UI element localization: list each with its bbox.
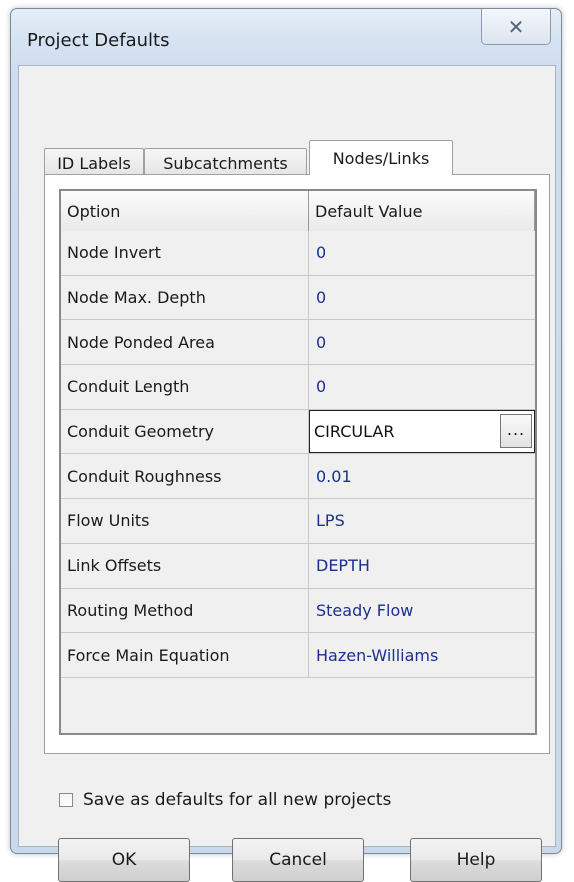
option-cell: Node Max. Depth bbox=[61, 275, 309, 320]
tab-label: Subcatchments bbox=[163, 154, 288, 173]
option-cell: Node Ponded Area bbox=[61, 320, 309, 365]
table-row[interactable]: Flow Units LPS bbox=[61, 499, 535, 544]
option-cell: Conduit Length bbox=[61, 365, 309, 409]
ok-button[interactable]: OK bbox=[58, 838, 190, 882]
project-defaults-dialog: Project Defaults ✕ ID Labels Subcatchmen… bbox=[10, 8, 562, 882]
save-defaults-option[interactable]: Save as defaults for all new projects bbox=[59, 790, 391, 810]
save-defaults-checkbox[interactable] bbox=[59, 793, 73, 807]
value-cell[interactable]: 0 bbox=[309, 365, 535, 409]
option-cell: Link Offsets bbox=[61, 543, 309, 588]
ellipsis-button[interactable]: ... bbox=[500, 413, 532, 448]
table-row[interactable]: Force Main Equation Hazen-Williams bbox=[61, 633, 535, 678]
dialog-client-area: ID Labels Subcatchments Nodes/Links Opti… bbox=[18, 65, 556, 882]
help-button[interactable]: Help bbox=[410, 838, 542, 882]
value-cell[interactable]: 0 bbox=[309, 320, 535, 365]
table-row[interactable]: Conduit Geometry CIRCULAR ... bbox=[61, 409, 535, 455]
value-cell[interactable]: Steady Flow bbox=[309, 588, 535, 633]
value-cell[interactable]: 0.01 bbox=[309, 454, 535, 499]
option-cell: Conduit Geometry bbox=[61, 409, 309, 454]
option-cell: Routing Method bbox=[61, 588, 309, 633]
table-row[interactable]: Node Invert 0 bbox=[61, 231, 535, 276]
table-row[interactable]: Conduit Roughness 0.01 bbox=[61, 454, 535, 500]
tab-nodes-links[interactable]: Nodes/Links bbox=[309, 140, 453, 175]
value-cell[interactable]: Hazen-Williams bbox=[309, 633, 535, 677]
tab-label: ID Labels bbox=[57, 154, 131, 173]
option-cell: Flow Units bbox=[61, 499, 309, 543]
grid-header: Option Default Value bbox=[61, 191, 535, 233]
option-cell: Node Invert bbox=[61, 231, 309, 275]
column-header-default-value: Default Value bbox=[309, 191, 535, 231]
value-cell[interactable]: 0 bbox=[309, 275, 535, 320]
cancel-button[interactable]: Cancel bbox=[232, 838, 364, 882]
close-icon: ✕ bbox=[507, 14, 525, 39]
value-cell[interactable]: LPS bbox=[309, 499, 535, 543]
save-defaults-label[interactable]: Save as defaults for all new projects bbox=[83, 790, 391, 810]
defaults-grid: Option Default Value Node Invert 0 Node … bbox=[59, 189, 537, 735]
grid-rows: Node Invert 0 Node Max. Depth 0 Node Pon… bbox=[61, 231, 535, 678]
value-cell[interactable]: DEPTH bbox=[309, 543, 535, 588]
value-cell[interactable]: 0 bbox=[309, 231, 535, 275]
table-row[interactable]: Conduit Length 0 bbox=[61, 365, 535, 410]
close-button[interactable]: ✕ bbox=[481, 9, 551, 45]
value-cell-text: CIRCULAR bbox=[314, 422, 395, 442]
table-row[interactable]: Node Ponded Area 0 bbox=[61, 320, 535, 366]
tab-label: Nodes/Links bbox=[332, 148, 430, 168]
nodes-links-panel: Option Default Value Node Invert 0 Node … bbox=[44, 174, 550, 754]
column-header-option: Option bbox=[61, 191, 309, 231]
option-cell: Conduit Roughness bbox=[61, 454, 309, 499]
conduit-geometry-editor[interactable]: CIRCULAR ... bbox=[309, 409, 535, 454]
table-row[interactable]: Node Max. Depth 0 bbox=[61, 275, 535, 321]
option-cell: Force Main Equation bbox=[61, 633, 309, 677]
table-row[interactable]: Link Offsets DEPTH bbox=[61, 543, 535, 589]
dialog-title: Project Defaults bbox=[27, 30, 170, 51]
table-row[interactable]: Routing Method Steady Flow bbox=[61, 588, 535, 634]
